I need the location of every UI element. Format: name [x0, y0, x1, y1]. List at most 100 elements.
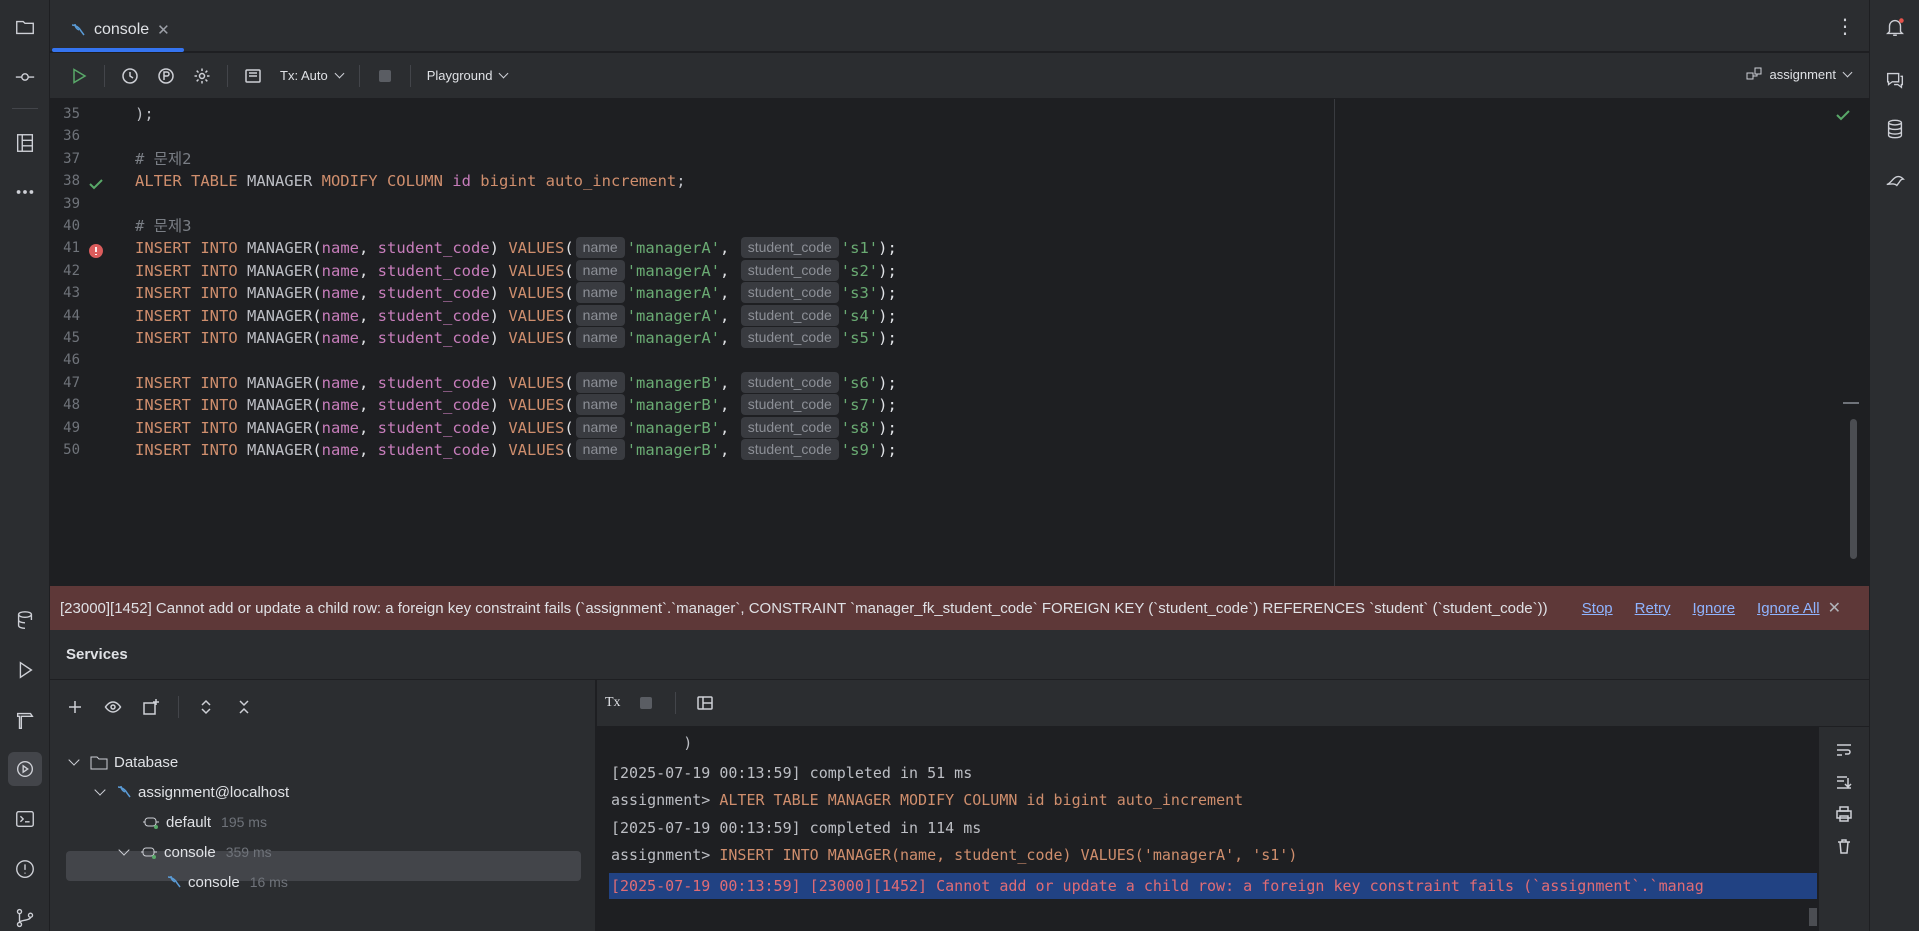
- output-error-line[interactable]: [2025-07-19 00:13:59] [23000][1452] Cann…: [609, 873, 1817, 899]
- close-icon[interactable]: ✕: [157, 21, 170, 39]
- editor-scrollbar[interactable]: [1850, 419, 1857, 559]
- layout-icon[interactable]: [690, 688, 720, 718]
- code-token: 's5': [840, 329, 879, 347]
- code-token: 's3': [840, 284, 879, 303]
- code-token: student_code: [377, 373, 490, 392]
- git-icon[interactable]: [8, 901, 42, 931]
- code-token: MANAGER: [247, 396, 313, 415]
- code-token: student_code: [377, 239, 490, 258]
- tx-mode-dropdown[interactable]: Tx: Auto: [274, 68, 349, 83]
- code-token: name: [321, 373, 359, 392]
- console-toolbar: Tx: Auto Playground assignment: [50, 53, 1869, 99]
- success-check-icon[interactable]: [88, 174, 104, 190]
- output-line: assignment> ALTER TABLE MANAGER MODIFY C…: [611, 787, 1243, 814]
- output-side-toolbar: [1819, 727, 1869, 931]
- sql-console-icon: [167, 875, 181, 888]
- code-token: VALUES: [508, 284, 565, 303]
- more-options-icon[interactable]: ⋮: [1835, 14, 1855, 39]
- services-icon[interactable]: [8, 752, 42, 786]
- tree-node-connection[interactable]: assignment@localhost: [94, 777, 290, 807]
- tree-node-database[interactable]: Database: [68, 747, 179, 777]
- run-icon[interactable]: [8, 653, 42, 687]
- output-line: [2025-07-19 00:13:59] completed in 51 ms: [611, 764, 973, 782]
- code-token: MANAGER: [247, 418, 313, 437]
- output-scrollbar[interactable]: [1809, 908, 1817, 926]
- trash-icon[interactable]: [1829, 831, 1859, 861]
- code-token: INSERT INTO: [135, 441, 238, 459]
- tree-label: assignment@localhost: [138, 783, 290, 801]
- retry-link[interactable]: Retry: [1635, 600, 1671, 617]
- notifications-bell-icon[interactable]: [1878, 10, 1912, 44]
- code-line[interactable]: 50 INSERT INTO MANAGER(name, student_code…: [50, 437, 1350, 464]
- playground-dropdown[interactable]: Playground: [421, 68, 514, 83]
- expand-all-icon[interactable]: [191, 692, 221, 722]
- project-folder-icon[interactable]: [8, 10, 42, 44]
- code-token: name: [321, 396, 359, 415]
- new-session-icon[interactable]: [136, 692, 166, 722]
- code-token: 'managerA': [626, 306, 721, 325]
- sql-editor[interactable]: 35); 36 37 # 문제2 38 ALTER TABLE MANAGER MODIF…: [50, 99, 1869, 586]
- stop-link[interactable]: Stop: [1582, 600, 1613, 617]
- output-layout-icon[interactable]: [238, 61, 268, 91]
- schema-selector[interactable]: assignment: [1746, 66, 1853, 82]
- scroll-marker: [1843, 402, 1859, 404]
- code-token: MANAGER: [247, 441, 313, 459]
- output-line: ): [611, 734, 693, 752]
- tree-label: Database: [114, 753, 179, 771]
- tab-console[interactable]: console ✕: [60, 10, 180, 50]
- add-icon[interactable]: [60, 692, 90, 722]
- right-tool-strip: [1869, 0, 1919, 931]
- tx-mode-label: Tx: Auto: [280, 68, 328, 83]
- ide-window: console ✕ ⋮ Tx: Auto Playground assignme…: [0, 0, 1919, 931]
- code-token: VALUES: [508, 441, 565, 459]
- stop-icon[interactable]: [370, 61, 400, 91]
- problems-icon[interactable]: [8, 852, 42, 886]
- editor-tab-bar: console ✕ ⋮: [50, 0, 1869, 52]
- terminal-icon[interactable]: [8, 802, 42, 836]
- code-token: 'managerB': [626, 418, 721, 437]
- scroll-to-end-icon[interactable]: [1829, 767, 1859, 797]
- code-token: 's8': [840, 418, 879, 437]
- error-message: [23000][1452] Cannot add or update a chi…: [60, 599, 1548, 617]
- close-icon[interactable]: ✕: [1828, 598, 1841, 618]
- code-token: MANAGER: [247, 329, 313, 347]
- stop-icon[interactable]: [631, 688, 661, 718]
- database-explorer-icon[interactable]: [8, 603, 42, 637]
- error-icon[interactable]: [88, 241, 104, 259]
- print-icon[interactable]: [1829, 799, 1859, 829]
- commit-icon[interactable]: [8, 60, 42, 94]
- collapse-all-icon[interactable]: [229, 692, 259, 722]
- playground-label: Playground: [426, 68, 493, 83]
- code-token: student_code: [377, 441, 490, 459]
- more-tools-icon[interactable]: [8, 175, 42, 209]
- ai-assistant-icon[interactable]: [1878, 62, 1912, 96]
- code-token: INSERT INTO: [135, 373, 238, 392]
- tree-node-console-session[interactable]: console 359 ms: [118, 837, 272, 867]
- param-hint: name: [575, 439, 625, 460]
- eye-icon[interactable]: [98, 692, 128, 722]
- code-token: MANAGER: [247, 306, 313, 325]
- settings-gear-icon[interactable]: [187, 61, 217, 91]
- code-token: student_code: [377, 261, 490, 280]
- explain-plan-icon[interactable]: [151, 61, 181, 91]
- execute-icon[interactable]: [64, 61, 94, 91]
- database-icon[interactable]: [1878, 112, 1912, 146]
- ignore-all-link[interactable]: Ignore All: [1757, 600, 1820, 617]
- line-number: 50: [63, 442, 80, 458]
- mysql-dolphin-icon[interactable]: [1878, 162, 1912, 196]
- code-token: MANAGER: [247, 239, 313, 258]
- build-hammer-icon[interactable]: [8, 703, 42, 737]
- param-hint: student_code: [740, 304, 839, 326]
- soft-wrap-icon[interactable]: [1829, 735, 1859, 765]
- code-token: 'managerB': [626, 441, 721, 459]
- structure-icon[interactable]: [8, 126, 42, 160]
- tree-node-console-leaf[interactable]: console 16 ms: [166, 867, 288, 897]
- code-token: VALUES: [508, 329, 565, 347]
- code-token: ALTER TABLE MANAGER MODIFY COLUMN id big…: [135, 172, 686, 191]
- ignore-link[interactable]: Ignore: [1693, 600, 1736, 617]
- code-token: INSERT INTO: [135, 284, 238, 303]
- history-clock-icon[interactable]: [115, 61, 145, 91]
- tx-icon[interactable]: Tx: [605, 695, 621, 711]
- tree-node-default-session[interactable]: default 195 ms: [142, 807, 267, 837]
- mysql-datasource-icon: [117, 785, 131, 798]
